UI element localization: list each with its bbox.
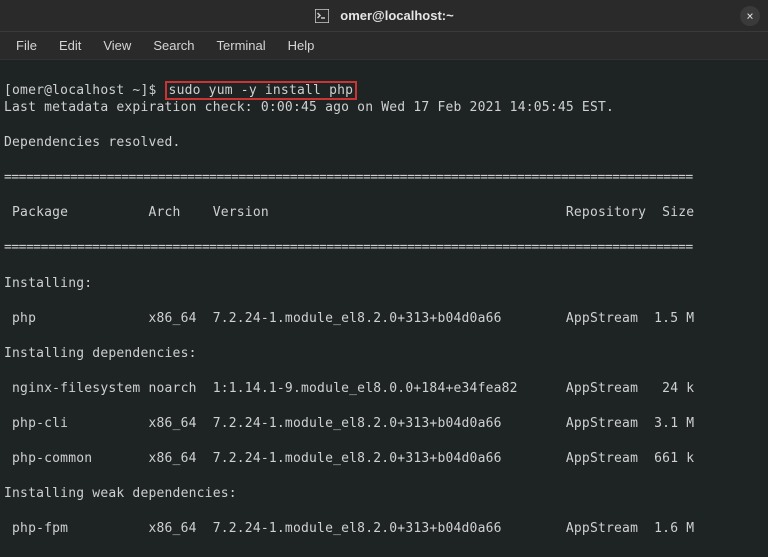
menu-terminal[interactable]: Terminal: [207, 34, 276, 57]
close-button[interactable]: ×: [740, 6, 760, 26]
table-row: nginx-filesystem noarch 1:1.14.1-9.modul…: [4, 380, 764, 398]
table-row: php-fpm x86_64 7.2.24-1.module_el8.2.0+3…: [4, 520, 764, 538]
highlighted-command: sudo yum -y install php: [165, 81, 358, 100]
separator-line: ========================================…: [4, 239, 764, 257]
table-row: php-common x86_64 7.2.24-1.module_el8.2.…: [4, 450, 764, 468]
section-title: Installing weak dependencies:: [4, 485, 764, 503]
titlebar: omer@localhost:~ ×: [0, 0, 768, 32]
table-row: php x86_64 7.2.24-1.module_el8.2.0+313+b…: [4, 310, 764, 328]
menubar: File Edit View Search Terminal Help: [0, 32, 768, 60]
output-line: Dependencies resolved.: [4, 134, 764, 152]
menu-file[interactable]: File: [6, 34, 47, 57]
table-header: Package Arch Version Repository Size: [4, 204, 764, 222]
menu-view[interactable]: View: [93, 34, 141, 57]
terminal-output[interactable]: [omer@localhost ~]$ sudo yum -y install …: [0, 60, 768, 557]
window-title: omer@localhost:~: [340, 8, 453, 23]
section-title: Installing:: [4, 275, 764, 293]
menu-help[interactable]: Help: [278, 34, 325, 57]
menu-edit[interactable]: Edit: [49, 34, 91, 57]
close-icon: ×: [746, 9, 753, 23]
terminal-icon: [314, 8, 330, 24]
shell-prompt: [omer@localhost ~]$: [4, 83, 165, 98]
menu-search[interactable]: Search: [143, 34, 204, 57]
separator-line: ========================================…: [4, 169, 764, 187]
section-title: Installing dependencies:: [4, 345, 764, 363]
output-line: Last metadata expiration check: 0:00:45 …: [4, 99, 764, 117]
table-row: php-cli x86_64 7.2.24-1.module_el8.2.0+3…: [4, 415, 764, 433]
